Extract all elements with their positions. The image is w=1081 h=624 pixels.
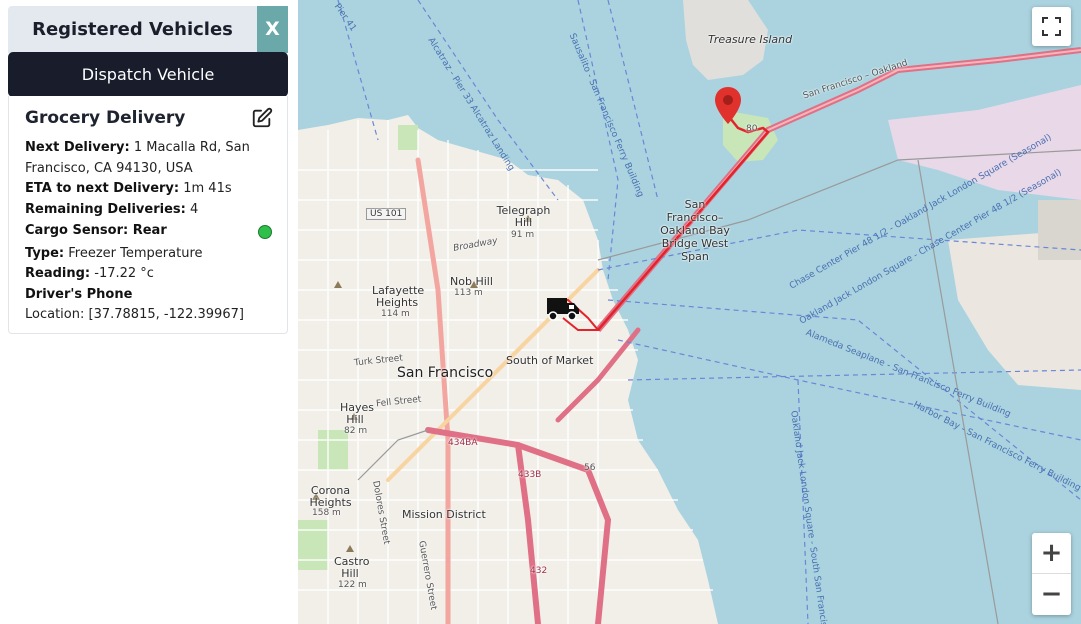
label-telegraph-hill: Telegraph Hill <box>496 204 551 229</box>
zoom-out-button[interactable]: − <box>1032 574 1071 615</box>
next-delivery-row: Next Delivery: 1 Macalla Rd, San Francis… <box>25 138 265 179</box>
label-mission-district: Mission District <box>402 508 486 521</box>
fullscreen-icon <box>1042 17 1061 36</box>
label-433b: 433B <box>518 470 542 480</box>
remaining-row: Remaining Deliveries: 4 <box>25 200 265 221</box>
label-hayes-elev: 82 m <box>344 426 368 436</box>
label-treasure-island: Treasure Island <box>708 33 793 46</box>
phone-row: Driver's Phone <box>25 285 265 306</box>
location-value: [37.78815, -122.39967] <box>88 307 244 322</box>
eta-value: 1m 41s <box>183 181 232 196</box>
vehicle-info: Next Delivery: 1 Macalla Rd, San Francis… <box>25 138 265 326</box>
zoom-in-button[interactable]: + <box>1032 533 1071 574</box>
label-castro-hill: Castro Hill <box>334 555 370 580</box>
sensor-row: Cargo Sensor: Rear <box>25 221 265 242</box>
destination-marker-icon[interactable] <box>713 86 743 126</box>
edit-icon[interactable] <box>251 107 273 129</box>
label-corona-elev: 158 m <box>312 508 341 518</box>
label-lafayette-elev: 114 m <box>381 309 410 319</box>
app-root: Registered Vehicles X Dispatch Vehicle G… <box>0 0 1081 624</box>
label-hayes-hill: Hayes Hill <box>340 401 375 426</box>
remaining-value: 4 <box>189 201 199 217</box>
panel-title: Registered Vehicles <box>32 19 233 40</box>
truck-icon[interactable] <box>546 296 580 322</box>
label-lafayette: Lafayette Heights <box>372 284 425 309</box>
sensor-label: Cargo Sensor: Rear <box>25 223 167 238</box>
label-telegraph-elev: 91 m <box>511 230 535 240</box>
park-1 <box>398 125 418 150</box>
reading-row: Reading: -17.22 °c <box>25 264 265 285</box>
park-3 <box>298 520 328 570</box>
map-base <box>298 0 1081 624</box>
location-label: Location: <box>25 307 85 322</box>
panel-header: Registered Vehicles X <box>8 6 288 53</box>
label-nob-elev: 113 m <box>454 288 483 298</box>
remaining-label: Remaining Deliveries: <box>25 201 186 217</box>
vehicle-name: Grocery Delivery <box>25 108 186 128</box>
label-432: 432 <box>530 566 548 576</box>
label-434ba: 434BA <box>448 438 478 448</box>
type-value: Freezer Temperature <box>68 245 203 261</box>
reading-label: Reading: <box>25 266 91 281</box>
label-us101: US 101 <box>366 208 407 220</box>
label-route-80: 80 <box>746 124 758 134</box>
label-san-francisco: San Francisco <box>397 365 494 381</box>
label-castro-elev: 122 m <box>338 580 367 590</box>
location-row: Location: [37.78815, -122.39967] <box>25 305 265 326</box>
port-area <box>1038 200 1081 260</box>
label-56: 56 <box>584 463 596 473</box>
close-button[interactable]: X <box>257 6 288 53</box>
phone-label: Driver's Phone <box>25 286 133 302</box>
eta-label: ETA to next Delivery: <box>25 181 180 196</box>
map-view[interactable]: Treasure Island San Francisco–Oakland Ba… <box>298 0 1081 624</box>
label-corona-heights: Corona Heights <box>309 484 352 509</box>
label-bay-bridge: San Francisco–Oakland Bay Bridge West Sp… <box>660 198 730 263</box>
reading-value: -17.22 °c <box>94 266 154 281</box>
zoom-controls: + − <box>1032 533 1071 615</box>
vehicles-panel: Registered Vehicles X Dispatch Vehicle G… <box>0 0 298 624</box>
vehicle-card: Grocery Delivery Next Delivery: 1 Macall… <box>8 96 288 334</box>
type-row: Type: Freezer Temperature <box>25 244 265 265</box>
eta-row: ETA to next Delivery: 1m 41s <box>25 179 265 200</box>
type-label: Type: <box>25 245 65 261</box>
label-nob-hill: Nob Hill <box>450 275 493 288</box>
sensor-status-dot <box>258 225 272 239</box>
next-delivery-label: Next Delivery: <box>25 140 130 155</box>
dispatch-vehicle-button[interactable]: Dispatch Vehicle <box>8 52 288 97</box>
fullscreen-button[interactable] <box>1032 7 1071 46</box>
park-2 <box>318 430 348 470</box>
label-south-of-market: South of Market <box>506 354 594 367</box>
